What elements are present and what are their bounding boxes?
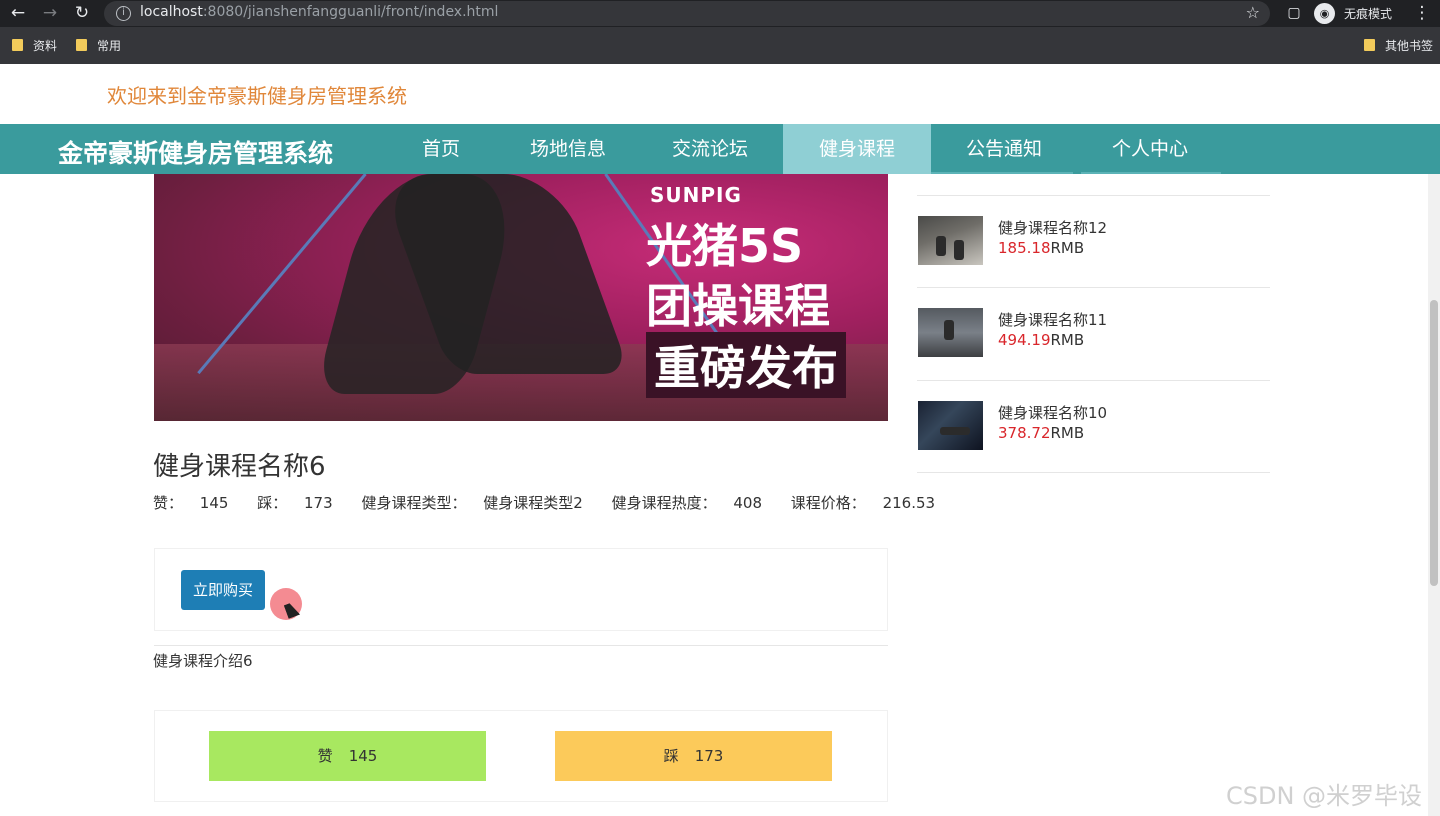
course-thumbnail[interactable] — [918, 401, 983, 450]
nav-underline — [931, 172, 1073, 174]
site-info-icon[interactable]: i — [116, 6, 131, 21]
sidebar-course-name[interactable]: 健身课程名称12 — [998, 217, 1107, 238]
course-meta: 赞： 145 踩： 173 健身课程类型： 健身课程类型2 健身课程热度： 40… — [153, 492, 959, 513]
welcome-text: 欢迎来到金帝豪斯健身房管理系统 — [107, 84, 407, 108]
banner-line-2: 团操课程 — [646, 279, 830, 333]
bookmarks-bar: 资料 常用 其他书签 — [0, 27, 1440, 64]
side-panel-icon[interactable]: ▢ — [1282, 2, 1306, 24]
sidebar-course-item[interactable]: 健身课程名称10 378.72RMB — [917, 401, 1270, 461]
bookmark-folder-other[interactable]: 其他书签 — [1364, 37, 1433, 55]
forward-icon[interactable]: → — [38, 2, 62, 24]
buy-panel: 立即购买 — [154, 548, 888, 631]
course-price-meta: 课程价格： 216.53 — [790, 494, 936, 512]
main-navbar: 金帝豪斯健身房管理系统 首页 场地信息 交流论坛 健身课程 公告通知 个人中心 — [0, 124, 1440, 174]
nav-personal-center[interactable]: 个人中心 — [1095, 124, 1205, 174]
sidebar-course-name[interactable]: 健身课程名称11 — [998, 309, 1107, 330]
nav-underline — [1081, 172, 1221, 174]
incognito-icon: ◉ — [1314, 3, 1335, 24]
course-heat-meta: 健身课程热度： 408 — [611, 494, 762, 512]
course-thumbnail[interactable] — [918, 308, 983, 357]
likes-meta: 赞： 145 — [153, 494, 229, 512]
course-intro: 健身课程介绍6 — [153, 652, 253, 670]
banner-line-3: 重磅发布 — [646, 332, 846, 398]
vote-panel: 赞 145 踩 173 — [154, 710, 888, 802]
scrollbar-thumb[interactable] — [1430, 300, 1438, 586]
nav-venue-info[interactable]: 场地信息 — [513, 124, 623, 174]
browser-menu-icon[interactable]: ⋮ — [1410, 2, 1434, 24]
dislike-button[interactable]: 踩 173 — [555, 731, 832, 781]
back-icon[interactable]: ← — [6, 2, 30, 24]
banner-line-1: 光猪5S — [646, 219, 804, 273]
incognito-indicator[interactable]: ◉ 无痕模式 — [1314, 3, 1404, 24]
nav-fitness-courses[interactable]: 健身课程 — [783, 124, 931, 174]
sidebar-divider — [917, 287, 1270, 288]
like-button[interactable]: 赞 145 — [209, 731, 486, 781]
sidebar-course-item[interactable]: 健身课程名称12 185.18RMB — [917, 216, 1270, 276]
sidebar-divider — [917, 195, 1270, 196]
nav-home[interactable]: 首页 — [396, 124, 486, 174]
course-thumbnail[interactable] — [918, 216, 983, 265]
brand-title[interactable]: 金帝豪斯健身房管理系统 — [58, 134, 333, 170]
folder-icon — [76, 39, 87, 51]
watermark-text: CSDN @米罗毕设 — [1226, 782, 1423, 810]
sidebar-course-price: 494.19RMB — [998, 331, 1085, 349]
sidebar-course-price: 185.18RMB — [998, 239, 1085, 257]
dislikes-meta: 踩： 173 — [257, 494, 333, 512]
course-type-meta: 健身课程类型： 健身课程类型2 — [361, 494, 583, 512]
folder-icon — [12, 39, 23, 51]
incognito-label: 无痕模式 — [1344, 7, 1393, 21]
bookmark-folder-changyong[interactable]: 常用 — [76, 37, 121, 55]
sidebar-course-price: 378.72RMB — [998, 424, 1085, 442]
url-text[interactable]: localhost:8080/jianshenfangguanli/front/… — [140, 4, 498, 20]
section-divider — [154, 645, 888, 646]
sidebar-divider — [917, 380, 1270, 381]
browser-toolbar: ← → ↻ i localhost:8080/jianshenfangguanl… — [0, 0, 1440, 27]
reload-icon[interactable]: ↻ — [70, 2, 94, 24]
sidebar-course-name[interactable]: 健身课程名称10 — [998, 402, 1107, 423]
nav-announcements[interactable]: 公告通知 — [949, 124, 1059, 174]
folder-icon — [1364, 39, 1375, 51]
sidebar-divider — [917, 472, 1270, 473]
sidebar-course-item[interactable]: 健身课程名称11 494.19RMB — [917, 308, 1270, 368]
course-banner-image: SUNPIG 光猪5S 团操课程 重磅发布 — [154, 174, 888, 421]
bookmark-folder-ziliao[interactable]: 资料 — [12, 37, 57, 55]
bookmark-star-icon[interactable]: ☆ — [1246, 3, 1260, 22]
course-title: 健身课程名称6 — [153, 452, 326, 482]
banner-brand-tag: SUNPIG — [650, 183, 742, 207]
nav-forum[interactable]: 交流论坛 — [655, 124, 765, 174]
address-bar[interactable]: i localhost:8080/jianshenfangguanli/fron… — [104, 1, 1270, 26]
buy-now-button[interactable]: 立即购买 — [181, 570, 265, 610]
